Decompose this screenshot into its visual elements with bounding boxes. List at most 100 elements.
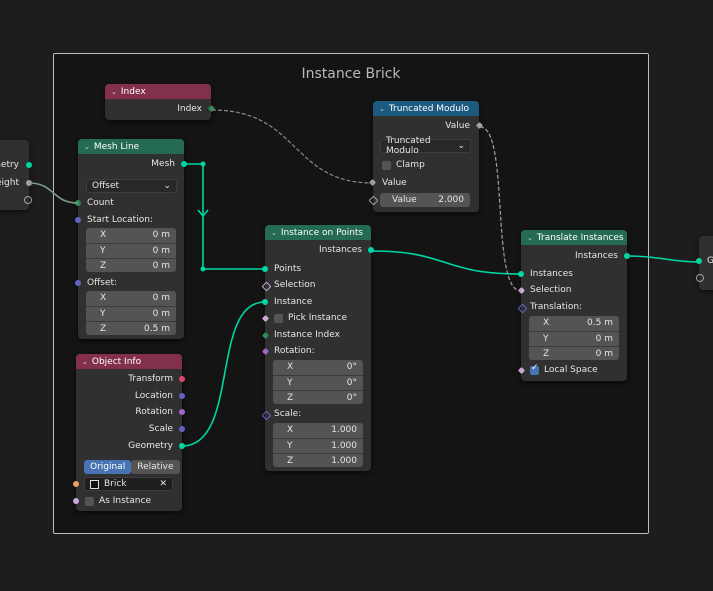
start-location-vector[interactable]: X 0 m Y 0 m Z 0 m <box>86 228 176 272</box>
transform-output-socket[interactable] <box>179 376 185 382</box>
scale-x-field[interactable]: X 1.000 <box>273 423 363 437</box>
start-y-value: 0 m <box>152 245 170 256</box>
geometry-output-socket[interactable] <box>179 443 185 449</box>
instance-socket[interactable] <box>262 299 268 305</box>
original-toggle[interactable]: Original <box>84 460 132 474</box>
iop-instances-output-socket[interactable] <box>368 247 374 253</box>
value-input-label: Value <box>382 178 407 188</box>
instance-on-points-node[interactable]: ⌄ Instance on Points Instances Points Se… <box>261 225 374 471</box>
rotation-y-field[interactable]: Y 0° <box>273 375 363 389</box>
collapse-chevron-icon[interactable]: ⌄ <box>271 229 277 237</box>
value-field[interactable]: Value 2.000 <box>380 193 470 207</box>
translation-x-field[interactable]: X 0.5 m <box>529 316 619 330</box>
mesh-output-socket[interactable] <box>181 161 187 167</box>
local-space-label: Local Space <box>544 365 598 375</box>
rotation-z-field[interactable]: Z 0° <box>273 390 363 404</box>
start-z-field[interactable]: Z 0 m <box>86 258 176 272</box>
start-location-socket[interactable] <box>75 217 81 223</box>
translation-z-value: 0 m <box>595 348 613 359</box>
rotation-output-socket[interactable] <box>179 409 185 415</box>
start-location-label: Start Location: <box>87 215 153 225</box>
start-z-value: 0 m <box>152 260 170 271</box>
translation-z-field[interactable]: Z 0 m <box>529 346 619 360</box>
rotation-x-field[interactable]: X 0° <box>273 360 363 374</box>
scale-output-label: Scale <box>148 424 173 434</box>
index-node[interactable]: ⌄ Index Index <box>105 84 216 120</box>
as-instance-label: As Instance <box>99 496 151 506</box>
truncated-modulo-title: Truncated Modulo <box>388 103 469 114</box>
instance-label: Instance <box>274 297 313 307</box>
translation-x-value: 0.5 m <box>587 318 613 328</box>
offset-socket[interactable] <box>75 280 81 286</box>
translate-instances-node[interactable]: ⌄ Translate Instances Instances Instance… <box>517 230 630 381</box>
as-instance-checkbox[interactable] <box>85 496 94 506</box>
math-operation-value: Truncated Modulo <box>386 136 431 156</box>
ti-instances-output-socket[interactable] <box>624 253 630 259</box>
collapse-chevron-icon[interactable]: ⌄ <box>84 143 90 151</box>
translate-instances-header[interactable]: ⌄ Translate Instances <box>521 230 627 245</box>
z-label: Z <box>287 455 294 466</box>
object-info-header[interactable]: ⌄ Object Info <box>76 354 182 369</box>
points-socket[interactable] <box>262 266 268 272</box>
left-empty-socket[interactable] <box>24 196 32 204</box>
translation-y-field[interactable]: Y 0 m <box>529 331 619 345</box>
left-partial-node[interactable]: metry eight <box>0 140 32 210</box>
z-label: Z <box>543 348 550 359</box>
scale-output-socket[interactable] <box>179 426 185 432</box>
transform-space-toggle[interactable]: Original Relative <box>84 460 180 474</box>
collapse-chevron-icon[interactable]: ⌄ <box>379 105 385 113</box>
offset-y-field[interactable]: Y 0 m <box>86 306 176 320</box>
pick-instance-checkbox[interactable] <box>274 313 283 323</box>
translation-vector[interactable]: X 0.5 m Y 0 m Z 0 m <box>529 316 619 360</box>
offset-x-field[interactable]: X 0 m <box>86 291 176 305</box>
left-height-socket[interactable] <box>26 180 32 186</box>
scale-vector[interactable]: X 1.000 Y 1.000 Z 1.000 <box>273 423 363 467</box>
index-node-header[interactable]: ⌄ Index <box>105 84 211 99</box>
collapse-chevron-icon[interactable]: ⌄ <box>82 358 88 366</box>
offset-z-field[interactable]: Z 0.5 m <box>86 321 176 335</box>
scale-z-value: 1.000 <box>331 455 357 466</box>
z-label: Z <box>100 323 107 334</box>
clamp-checkbox[interactable] <box>382 160 391 170</box>
object-selector[interactable]: Brick ✕ <box>84 477 173 491</box>
as-instance-socket[interactable] <box>73 498 79 504</box>
object-info-title: Object Info <box>91 356 142 367</box>
ti-instances-input-socket[interactable] <box>518 271 524 277</box>
right-partial-node[interactable]: G <box>696 236 713 290</box>
right-empty-socket[interactable] <box>696 274 704 282</box>
mesh-line-mode-dropdown[interactable]: Offset ⌄ <box>86 179 177 193</box>
ti-selection-label: Selection <box>530 285 572 295</box>
scale-y-field[interactable]: Y 1.000 <box>273 438 363 452</box>
start-y-field[interactable]: Y 0 m <box>86 243 176 257</box>
left-geometry-socket[interactable] <box>26 162 32 168</box>
clear-x-icon[interactable]: ✕ <box>159 479 167 489</box>
right-geometry-socket[interactable] <box>696 258 702 264</box>
left-output-height-label: eight <box>0 178 19 188</box>
x-label: X <box>287 362 294 372</box>
collapse-chevron-icon[interactable]: ⌄ <box>111 88 117 96</box>
math-operation-dropdown[interactable]: Truncated Modulo ⌄ <box>380 136 471 156</box>
node-editor-canvas[interactable]: Instance Brick metry eight G ⌄ Index Ind… <box>0 0 713 591</box>
mesh-line-header[interactable]: ⌄ Mesh Line <box>78 139 184 154</box>
instance-index-label: Instance Index <box>274 330 340 340</box>
relative-toggle[interactable]: Relative <box>131 460 180 474</box>
truncated-modulo-node[interactable]: ⌄ Truncated Modulo Value Truncated Modul… <box>368 101 484 212</box>
translation-y-value: 0 m <box>595 333 613 344</box>
rotation-vector[interactable]: X 0° Y 0° Z 0° <box>273 360 363 404</box>
offset-vector[interactable]: X 0 m Y 0 m Z 0.5 m <box>86 291 176 335</box>
mesh-line-node[interactable]: ⌄ Mesh Line Mesh Offset ⌄ Count Start Lo… <box>75 139 187 339</box>
local-space-checkbox[interactable] <box>530 363 539 375</box>
object-input-socket[interactable] <box>73 481 79 487</box>
offset-x-value: 0 m <box>152 293 170 303</box>
collapse-chevron-icon[interactable]: ⌄ <box>527 234 533 242</box>
location-output-label: Location <box>134 391 173 401</box>
start-x-field[interactable]: X 0 m <box>86 228 176 242</box>
scale-z-field[interactable]: Z 1.000 <box>273 453 363 467</box>
object-info-node[interactable]: ⌄ Object Info Transform Location Rotatio… <box>73 354 185 511</box>
location-output-socket[interactable] <box>179 393 185 399</box>
translate-instances-title: Translate Instances <box>536 232 624 243</box>
instance-on-points-header[interactable]: ⌄ Instance on Points <box>265 225 371 240</box>
truncated-modulo-header[interactable]: ⌄ Truncated Modulo <box>373 101 479 116</box>
count-socket[interactable] <box>75 200 81 206</box>
x-label: X <box>100 293 107 303</box>
